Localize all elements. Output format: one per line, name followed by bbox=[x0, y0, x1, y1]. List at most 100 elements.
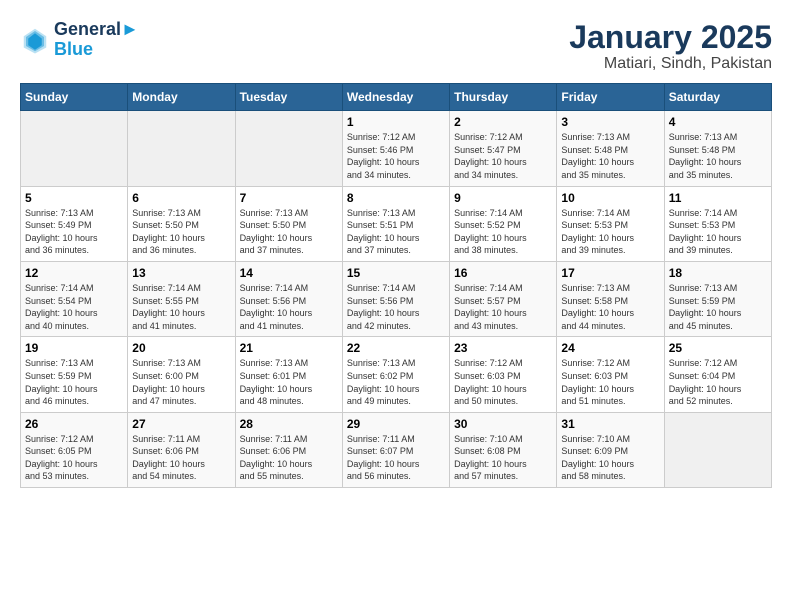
calendar-week-1: 1 Sunrise: 7:12 AM Sunset: 5:46 PM Daylig… bbox=[21, 111, 772, 186]
logo-icon bbox=[20, 25, 50, 55]
calendar-week-4: 19 Sunrise: 7:13 AM Sunset: 5:59 PM Dayli… bbox=[21, 337, 772, 412]
day-number: 15 bbox=[347, 266, 445, 280]
day-info: Sunrise: 7:13 AM Sunset: 5:58 PM Dayligh… bbox=[561, 282, 659, 332]
day-info: Sunrise: 7:14 AM Sunset: 5:54 PM Dayligh… bbox=[25, 282, 123, 332]
page-header: General► Blue January 2025 Matiari, Sind… bbox=[20, 20, 772, 73]
calendar-cell: 26 Sunrise: 7:12 AM Sunset: 6:05 PM Dayli… bbox=[21, 412, 128, 487]
day-number: 26 bbox=[25, 417, 123, 431]
day-info: Sunrise: 7:12 AM Sunset: 5:47 PM Dayligh… bbox=[454, 131, 552, 181]
day-number: 16 bbox=[454, 266, 552, 280]
day-number: 14 bbox=[240, 266, 338, 280]
day-info: Sunrise: 7:14 AM Sunset: 5:55 PM Dayligh… bbox=[132, 282, 230, 332]
day-info: Sunrise: 7:13 AM Sunset: 5:50 PM Dayligh… bbox=[132, 207, 230, 257]
calendar-cell: 12 Sunrise: 7:14 AM Sunset: 5:54 PM Dayli… bbox=[21, 261, 128, 336]
day-number: 29 bbox=[347, 417, 445, 431]
weekday-header-saturday: Saturday bbox=[664, 84, 771, 111]
day-number: 1 bbox=[347, 115, 445, 129]
calendar-cell: 22 Sunrise: 7:13 AM Sunset: 6:02 PM Dayli… bbox=[342, 337, 449, 412]
calendar-cell: 16 Sunrise: 7:14 AM Sunset: 5:57 PM Dayli… bbox=[450, 261, 557, 336]
calendar-cell: 11 Sunrise: 7:14 AM Sunset: 5:53 PM Dayli… bbox=[664, 186, 771, 261]
day-number: 11 bbox=[669, 191, 767, 205]
calendar-cell: 1 Sunrise: 7:12 AM Sunset: 5:46 PM Daylig… bbox=[342, 111, 449, 186]
calendar-cell: 13 Sunrise: 7:14 AM Sunset: 5:55 PM Dayli… bbox=[128, 261, 235, 336]
calendar-cell: 3Sunrise: 7:13 AM Sunset: 5:48 PM Daylig… bbox=[557, 111, 664, 186]
day-number: 24 bbox=[561, 341, 659, 355]
day-info: Sunrise: 7:14 AM Sunset: 5:53 PM Dayligh… bbox=[561, 207, 659, 257]
day-number: 30 bbox=[454, 417, 552, 431]
day-info: Sunrise: 7:14 AM Sunset: 5:57 PM Dayligh… bbox=[454, 282, 552, 332]
day-info: Sunrise: 7:13 AM Sunset: 5:49 PM Dayligh… bbox=[25, 207, 123, 257]
day-number: 22 bbox=[347, 341, 445, 355]
day-info: Sunrise: 7:10 AM Sunset: 6:08 PM Dayligh… bbox=[454, 433, 552, 483]
title-section: January 2025 Matiari, Sindh, Pakistan bbox=[569, 20, 772, 73]
calendar-cell: 5 Sunrise: 7:13 AM Sunset: 5:49 PM Daylig… bbox=[21, 186, 128, 261]
month-title: January 2025 bbox=[569, 20, 772, 55]
day-number: 25 bbox=[669, 341, 767, 355]
day-info: Sunrise: 7:13 AM Sunset: 6:00 PM Dayligh… bbox=[132, 357, 230, 407]
day-number: 13 bbox=[132, 266, 230, 280]
weekday-header-tuesday: Tuesday bbox=[235, 84, 342, 111]
day-number: 6 bbox=[132, 191, 230, 205]
day-info: Sunrise: 7:12 AM Sunset: 5:46 PM Dayligh… bbox=[347, 131, 445, 181]
logo: General► Blue bbox=[20, 20, 139, 60]
calendar-cell: 25 Sunrise: 7:12 AM Sunset: 6:04 PM Dayli… bbox=[664, 337, 771, 412]
day-number: 12 bbox=[25, 266, 123, 280]
day-number: 31 bbox=[561, 417, 659, 431]
day-number: 2 bbox=[454, 115, 552, 129]
day-info: Sunrise: 7:13 AM Sunset: 5:51 PM Dayligh… bbox=[347, 207, 445, 257]
day-info: Sunrise: 7:12 AM Sunset: 6:03 PM Dayligh… bbox=[561, 357, 659, 407]
day-number: 18 bbox=[669, 266, 767, 280]
day-number: 5 bbox=[25, 191, 123, 205]
day-number: 7 bbox=[240, 191, 338, 205]
day-info: Sunrise: 7:13 AM Sunset: 5:48 PM Dayligh… bbox=[669, 131, 767, 181]
day-info: Sunrise: 7:12 AM Sunset: 6:05 PM Dayligh… bbox=[25, 433, 123, 483]
weekday-header-friday: Friday bbox=[557, 84, 664, 111]
weekday-header-sunday: Sunday bbox=[21, 84, 128, 111]
weekday-header-row: SundayMondayTuesdayWednesdayThursdayFrid… bbox=[21, 84, 772, 111]
calendar-cell: 2 Sunrise: 7:12 AM Sunset: 5:47 PM Daylig… bbox=[450, 111, 557, 186]
day-info: Sunrise: 7:13 AM Sunset: 5:50 PM Dayligh… bbox=[240, 207, 338, 257]
day-number: 23 bbox=[454, 341, 552, 355]
day-info: Sunrise: 7:14 AM Sunset: 5:52 PM Dayligh… bbox=[454, 207, 552, 257]
calendar-cell: 6 Sunrise: 7:13 AM Sunset: 5:50 PM Daylig… bbox=[128, 186, 235, 261]
calendar-cell: 14 Sunrise: 7:14 AM Sunset: 5:56 PM Dayli… bbox=[235, 261, 342, 336]
calendar-week-2: 5 Sunrise: 7:13 AM Sunset: 5:49 PM Daylig… bbox=[21, 186, 772, 261]
day-number: 8 bbox=[347, 191, 445, 205]
day-info: Sunrise: 7:11 AM Sunset: 6:06 PM Dayligh… bbox=[240, 433, 338, 483]
calendar-cell: 24 Sunrise: 7:12 AM Sunset: 6:03 PM Dayli… bbox=[557, 337, 664, 412]
calendar-cell bbox=[235, 111, 342, 186]
calendar-cell: 23 Sunrise: 7:12 AM Sunset: 6:03 PM Dayli… bbox=[450, 337, 557, 412]
day-info: Sunrise: 7:13 AM Sunset: 5:48 PM Dayligh… bbox=[561, 131, 659, 181]
calendar-cell: 29 Sunrise: 7:11 AM Sunset: 6:07 PM Dayli… bbox=[342, 412, 449, 487]
day-info: Sunrise: 7:11 AM Sunset: 6:07 PM Dayligh… bbox=[347, 433, 445, 483]
day-number: 4 bbox=[669, 115, 767, 129]
day-info: Sunrise: 7:14 AM Sunset: 5:56 PM Dayligh… bbox=[347, 282, 445, 332]
calendar-cell bbox=[128, 111, 235, 186]
day-info: Sunrise: 7:14 AM Sunset: 5:53 PM Dayligh… bbox=[669, 207, 767, 257]
day-info: Sunrise: 7:14 AM Sunset: 5:56 PM Dayligh… bbox=[240, 282, 338, 332]
day-info: Sunrise: 7:13 AM Sunset: 5:59 PM Dayligh… bbox=[25, 357, 123, 407]
calendar-cell: 10 Sunrise: 7:14 AM Sunset: 5:53 PM Dayli… bbox=[557, 186, 664, 261]
day-number: 10 bbox=[561, 191, 659, 205]
day-info: Sunrise: 7:13 AM Sunset: 6:02 PM Dayligh… bbox=[347, 357, 445, 407]
calendar-cell bbox=[664, 412, 771, 487]
day-info: Sunrise: 7:12 AM Sunset: 6:03 PM Dayligh… bbox=[454, 357, 552, 407]
calendar-cell: 18 Sunrise: 7:13 AM Sunset: 5:59 PM Dayli… bbox=[664, 261, 771, 336]
calendar-cell: 15 Sunrise: 7:14 AM Sunset: 5:56 PM Dayli… bbox=[342, 261, 449, 336]
calendar-week-5: 26 Sunrise: 7:12 AM Sunset: 6:05 PM Dayli… bbox=[21, 412, 772, 487]
calendar-cell: 28 Sunrise: 7:11 AM Sunset: 6:06 PM Dayli… bbox=[235, 412, 342, 487]
calendar-cell: 30 Sunrise: 7:10 AM Sunset: 6:08 PM Dayli… bbox=[450, 412, 557, 487]
day-info: Sunrise: 7:13 AM Sunset: 5:59 PM Dayligh… bbox=[669, 282, 767, 332]
day-number: 28 bbox=[240, 417, 338, 431]
calendar-cell: 31Sunrise: 7:10 AM Sunset: 6:09 PM Dayli… bbox=[557, 412, 664, 487]
weekday-header-monday: Monday bbox=[128, 84, 235, 111]
day-info: Sunrise: 7:12 AM Sunset: 6:04 PM Dayligh… bbox=[669, 357, 767, 407]
calendar-cell: 8 Sunrise: 7:13 AM Sunset: 5:51 PM Daylig… bbox=[342, 186, 449, 261]
logo-text: General► Blue bbox=[54, 20, 139, 60]
day-number: 17 bbox=[561, 266, 659, 280]
calendar-cell: 20Sunrise: 7:13 AM Sunset: 6:00 PM Dayli… bbox=[128, 337, 235, 412]
day-number: 19 bbox=[25, 341, 123, 355]
calendar-cell bbox=[21, 111, 128, 186]
day-number: 27 bbox=[132, 417, 230, 431]
calendar-cell: 19 Sunrise: 7:13 AM Sunset: 5:59 PM Dayli… bbox=[21, 337, 128, 412]
